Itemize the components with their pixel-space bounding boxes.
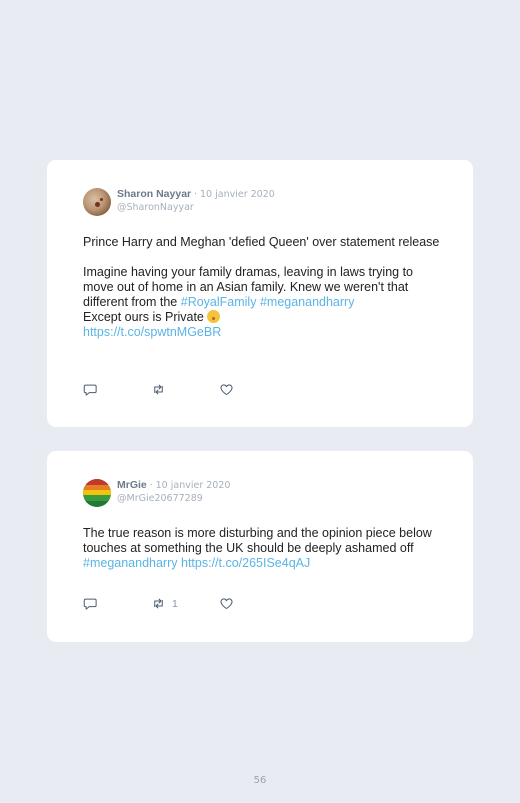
heart-icon xyxy=(220,384,233,395)
hashtag-link[interactable]: #meganandharry xyxy=(83,556,178,570)
tweet-paragraph: Prince Harry and Meghan 'defied Queen' o… xyxy=(83,235,440,249)
tweet-text: Prince Harry and Meghan 'defied Queen' o… xyxy=(83,235,443,340)
tweet-meta: MrGie · 10 janvier 2020 @MrGie20677289 xyxy=(117,479,230,505)
tweet-paragraph: https://t.co/spwtnMGeBR xyxy=(83,325,443,340)
url-link[interactable]: https://t.co/spwtnMGeBR xyxy=(83,325,221,339)
meta-separator: · xyxy=(194,189,198,200)
tweet-paragraph: The true reason is more disturbing and t… xyxy=(83,526,443,571)
hashtag-link[interactable]: #meganandharry xyxy=(260,295,355,309)
author-handle[interactable]: @SharonNayyar xyxy=(117,201,275,214)
tweet-card: MrGie · 10 janvier 2020 @MrGie20677289 T… xyxy=(47,451,473,642)
reply-icon xyxy=(83,598,97,610)
avatar-detail xyxy=(95,202,100,207)
retweet-button[interactable]: 1 xyxy=(151,596,219,611)
retweet-icon xyxy=(154,598,163,609)
meta-separator: · xyxy=(149,480,153,491)
tweet-text: The true reason is more disturbing and t… xyxy=(83,526,443,571)
tweet-header: MrGie · 10 janvier 2020 @MrGie20677289 xyxy=(83,479,230,507)
tweet-header: Sharon Nayyar · 10 janvier 2020 @SharonN… xyxy=(83,188,275,216)
reply-icon xyxy=(83,384,97,396)
avatar[interactable] xyxy=(83,479,111,507)
avatar[interactable] xyxy=(83,188,111,216)
hushed-face-emoji xyxy=(207,310,221,323)
retweet-icon xyxy=(154,384,163,395)
tweet-actions: 1 xyxy=(83,596,234,611)
tweet-text-segment: Except ours is Private xyxy=(83,310,208,324)
tweet-date[interactable]: 10 janvier 2020 xyxy=(156,480,231,491)
author-name[interactable]: MrGie xyxy=(117,479,147,491)
tweet-text-segment: The true reason is more disturbing and t… xyxy=(83,526,432,555)
page-number: 56 xyxy=(253,775,267,786)
avatar-detail xyxy=(100,198,103,201)
reply-button[interactable] xyxy=(83,382,151,397)
like-button[interactable] xyxy=(219,596,234,611)
tweet-paragraph: Imagine having your family dramas, leavi… xyxy=(83,265,443,310)
like-button[interactable] xyxy=(219,382,234,397)
tweet-meta: Sharon Nayyar · 10 janvier 2020 @SharonN… xyxy=(117,188,275,214)
author-handle[interactable]: @MrGie20677289 xyxy=(117,492,230,505)
avatar-stripe xyxy=(83,501,111,507)
reply-button[interactable] xyxy=(83,596,151,611)
retweet-count: 1 xyxy=(172,597,178,610)
heart-icon xyxy=(220,598,233,609)
retweet-button[interactable] xyxy=(151,382,219,397)
tweet-date[interactable]: 10 janvier 2020 xyxy=(200,189,275,200)
author-name[interactable]: Sharon Nayyar xyxy=(117,188,191,200)
tweet-card: Sharon Nayyar · 10 janvier 2020 @SharonN… xyxy=(47,160,473,427)
hashtag-link[interactable]: #RoyalFamily xyxy=(181,295,257,309)
tweet-actions xyxy=(83,382,234,397)
tweet-paragraph: Except ours is Private xyxy=(83,310,443,325)
url-link[interactable]: https://t.co/265ISe4qAJ xyxy=(181,556,310,570)
